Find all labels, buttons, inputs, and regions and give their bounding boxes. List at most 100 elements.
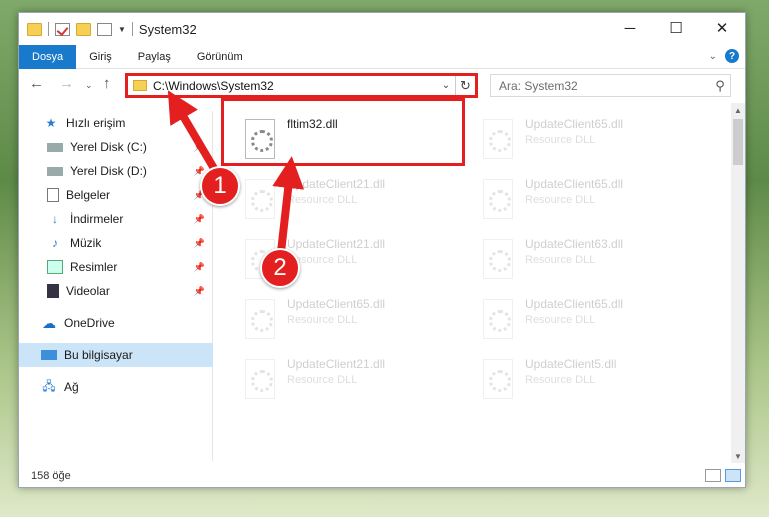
pin-icon: 📌 [193,261,205,272]
recent-locations-icon[interactable]: ⌄ [85,80,93,91]
videos-icon [47,284,59,298]
back-icon[interactable]: ← [29,75,44,92]
address-path[interactable]: C:\Windows\System32 [153,79,437,93]
dll-file-icon [483,359,513,399]
details-view-icon[interactable] [705,469,721,482]
pin-icon: 📌 [193,141,205,152]
nav-item-this-pc[interactable]: Bu bilgisayar [19,343,213,367]
file-item[interactable]: UpdateClient21.dll Resource DLL [239,173,469,229]
search-box[interactable]: Ara: System32 ⚲ [490,74,731,97]
ribbon-tabs: Dosya Giriş Paylaş Görünüm ⌄ ? [19,44,745,69]
forward-icon[interactable]: → [59,75,74,92]
nav-item-videos[interactable]: Videolar 📌 [19,279,213,303]
file-type: Resource DLL [525,194,596,206]
ribbon-right: ⌄ ? [709,49,739,63]
expand-ribbon-icon[interactable]: ⌄ [709,51,717,62]
file-type: Resource DLL [525,374,596,386]
window-controls: ─ ☐ ✕ [607,13,745,43]
file-item[interactable]: UpdateClient65.dll Resource DLL [477,173,707,229]
tab-file[interactable]: Dosya [19,44,77,69]
nav-item-music[interactable]: ♪ Müzik 📌 [19,231,213,255]
file-type: Resource DLL [525,314,596,326]
tab-share[interactable]: Paylaş [125,45,184,69]
new-folder-icon[interactable] [76,22,91,36]
search-icon[interactable]: ⚲ [710,78,730,94]
file-name: UpdateClient65.dll [525,297,624,311]
nav-label: Belgeler [66,188,111,202]
address-bar[interactable]: C:\Windows\System32 ⌄ ↻ [125,73,478,98]
customize-toolbar-icon[interactable]: ▼ [118,25,126,34]
item-count: 158 öğe [31,470,71,482]
nav-label: Videolar [66,284,110,298]
step-2-badge: 2 [260,248,300,288]
navigation-row: ← → ⌄ ↑ C:\Windows\System32 ⌄ ↻ Ara: Sys… [19,73,745,99]
step-1-badge: 1 [200,166,240,206]
file-highlight-box [221,98,465,166]
file-type: Resource DLL [287,374,358,386]
file-item[interactable]: UpdateClient65.dll Resource DLL [477,293,707,349]
scroll-up-icon[interactable]: ▲ [731,103,745,117]
nav-item-quick-access[interactable]: ★ Hızlı erişim [19,111,213,135]
folder-icon [27,22,42,36]
file-item[interactable]: UpdateClient21.dll Resource DLL [239,353,469,409]
minimize-button[interactable]: ─ [607,13,653,43]
window-title: System32 [138,21,197,37]
scroll-down-icon[interactable]: ▼ [731,449,745,463]
nav-label: Müzik [70,236,102,250]
nav-label: Resimler [70,260,118,274]
view-toggle-icon[interactable] [97,22,112,36]
nav-item-onedrive[interactable]: ☁ OneDrive [19,311,213,335]
nav-label: Bu bilgisayar [64,348,133,362]
up-icon[interactable]: ↑ [103,75,111,92]
documents-icon [47,188,59,202]
file-type: Resource DLL [525,134,596,146]
title-bar: ▼ System32 ─ ☐ ✕ [19,13,745,45]
dll-file-icon [483,179,513,219]
divider [131,22,133,36]
vertical-scrollbar[interactable]: ▲ ▼ [731,103,745,463]
file-item[interactable]: UpdateClient65.dll Resource DLL [239,293,469,349]
pin-icon: 📌 [193,285,205,296]
search-input[interactable]: Ara: System32 [499,79,710,93]
nav-label: Ağ [64,380,79,394]
file-type: Resource DLL [525,254,596,266]
pin-icon: 📌 [193,213,205,224]
refresh-icon[interactable]: ↻ [455,76,475,95]
nav-item-network[interactable]: 🖧 Ağ [19,375,213,399]
maximize-button[interactable]: ☐ [653,13,699,43]
nav-item-documents[interactable]: Belgeler 📌 [19,183,213,207]
large-icons-view-icon[interactable] [725,469,741,482]
nav-label: Hızlı erişim [66,116,126,130]
chevron-down-icon[interactable]: ⌄ [437,80,455,91]
nav-label: Yerel Disk (C:) [70,140,147,154]
view-buttons [705,469,741,482]
nav-label: İndirmeler [70,212,124,226]
nav-item-disk-d[interactable]: Yerel Disk (D:) 📌 [19,159,213,183]
divider [48,22,49,36]
nav-item-downloads[interactable]: ↓ İndirmeler 📌 [19,207,213,231]
close-button[interactable]: ✕ [699,13,745,43]
properties-icon[interactable] [55,22,70,36]
tab-view[interactable]: Görünüm [184,45,256,69]
file-name: UpdateClient21.dll [287,357,386,371]
file-item[interactable]: UpdateClient5.dll Resource DLL [477,353,707,409]
file-name: UpdateClient65.dll [525,117,624,131]
scroll-thumb[interactable] [733,119,743,165]
nav-item-pictures[interactable]: Resimler 📌 [19,255,213,279]
download-icon: ↓ [52,212,58,226]
help-icon[interactable]: ? [725,49,739,63]
explorer-window: ▼ System32 ─ ☐ ✕ Dosya Giriş Paylaş Görü… [18,12,746,488]
dll-file-icon [483,119,513,159]
dll-file-icon [245,179,275,219]
nav-item-disk-c[interactable]: Yerel Disk (C:) 📌 [19,135,213,159]
dll-file-icon [245,359,275,399]
file-item[interactable]: UpdateClient63.dll Resource DLL [477,233,707,289]
tab-home[interactable]: Giriş [76,45,125,69]
file-item[interactable]: UpdateClient65.dll Resource DLL [477,113,707,169]
network-icon: 🖧 [42,378,56,393]
computer-icon [41,350,57,360]
file-name: UpdateClient65.dll [287,297,386,311]
status-bar: 158 öğe [19,465,745,487]
folder-icon [133,80,147,91]
disk-icon [47,142,63,152]
